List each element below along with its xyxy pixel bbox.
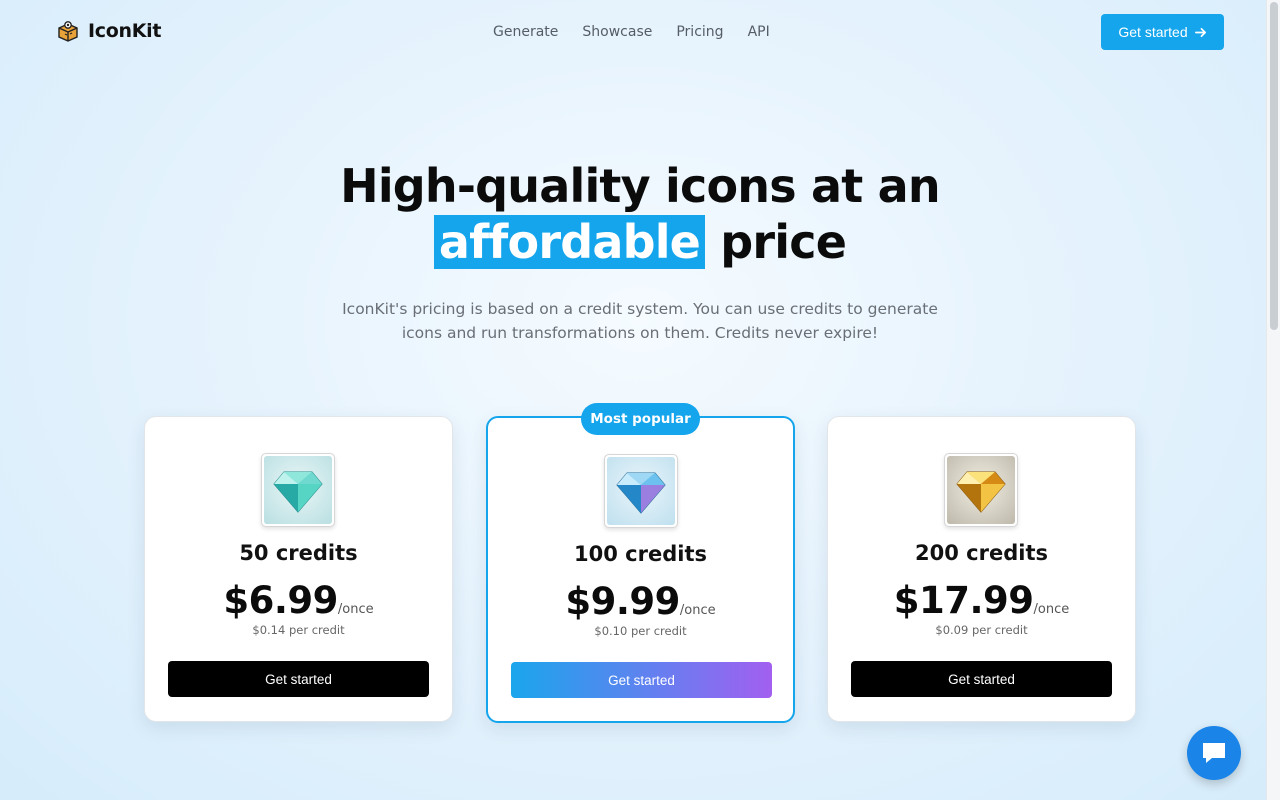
plan-credits: 50 credits bbox=[239, 541, 358, 565]
brand-logo[interactable]: IconKit bbox=[56, 19, 161, 43]
plan-credits: 200 credits bbox=[915, 541, 1048, 565]
plan-image-frame bbox=[604, 454, 678, 528]
arrow-right-icon bbox=[1194, 27, 1206, 37]
plan-card-200: 200 credits $17.99 /once $0.09 per credi… bbox=[827, 416, 1136, 722]
plan-image-frame bbox=[261, 453, 335, 527]
nav-link-showcase[interactable]: Showcase bbox=[582, 24, 652, 40]
plan-price: $9.99 bbox=[565, 580, 680, 623]
plan-card-50: 50 credits $6.99 /once $0.14 per credit … bbox=[144, 416, 453, 722]
hero-title: High-quality icons at an affordable pric… bbox=[0, 158, 1280, 270]
hero-section: High-quality icons at an affordable pric… bbox=[0, 158, 1280, 270]
plan-period: /once bbox=[1033, 602, 1070, 617]
plan-price-row: $9.99 /once bbox=[488, 580, 793, 623]
blue-diamond-icon bbox=[607, 457, 675, 525]
chat-icon bbox=[1203, 743, 1225, 763]
plan-get-started-button[interactable]: Get started bbox=[851, 661, 1112, 697]
plan-card-100: Most popular 100 credits $9.99 /once $0.… bbox=[486, 403, 795, 723]
main-menu: Generate Showcase Pricing API bbox=[493, 24, 770, 40]
plan-get-started-button[interactable]: Get started bbox=[511, 662, 772, 698]
chat-widget-button[interactable] bbox=[1187, 726, 1241, 780]
box-logo-icon bbox=[58, 21, 78, 42]
page-scrollbar[interactable] bbox=[1266, 0, 1280, 800]
nav-link-pricing[interactable]: Pricing bbox=[676, 24, 723, 40]
plan-price: $17.99 bbox=[893, 579, 1034, 622]
hero-title-end: price bbox=[720, 215, 847, 269]
scrollbar-thumb[interactable] bbox=[1270, 2, 1278, 330]
plan-get-started-button[interactable]: Get started bbox=[168, 661, 429, 697]
plan-per-credit: $0.09 per credit bbox=[935, 623, 1028, 637]
plan-price: $6.99 bbox=[223, 579, 338, 622]
plan-price-row: $17.99 /once bbox=[828, 579, 1135, 622]
nav-get-started-button[interactable]: Get started bbox=[1101, 14, 1224, 50]
plan-per-credit: $0.10 per credit bbox=[594, 624, 687, 638]
plan-per-credit: $0.14 per credit bbox=[252, 623, 345, 637]
nav-link-api[interactable]: API bbox=[748, 24, 770, 40]
hero-title-highlight: affordable bbox=[433, 215, 706, 269]
plan-price-row: $6.99 /once bbox=[145, 579, 452, 622]
most-popular-badge: Most popular bbox=[581, 403, 700, 435]
plan-image-frame bbox=[944, 453, 1018, 527]
hero-title-line1: High-quality icons at an bbox=[340, 159, 941, 213]
brand-name: IconKit bbox=[88, 20, 162, 42]
plan-period: /once bbox=[337, 602, 374, 617]
nav-link-generate[interactable]: Generate bbox=[493, 24, 558, 40]
plan-period: /once bbox=[679, 603, 716, 618]
gold-diamond-icon bbox=[947, 456, 1015, 524]
top-nav: IconKit Generate Showcase Pricing API Ge… bbox=[0, 0, 1266, 64]
nav-cta-label: Get started bbox=[1118, 24, 1188, 40]
teal-diamond-icon bbox=[264, 456, 332, 524]
plan-credits: 100 credits bbox=[574, 542, 707, 566]
hero-subtitle: IconKit's pricing is based on a credit s… bbox=[342, 300, 938, 342]
